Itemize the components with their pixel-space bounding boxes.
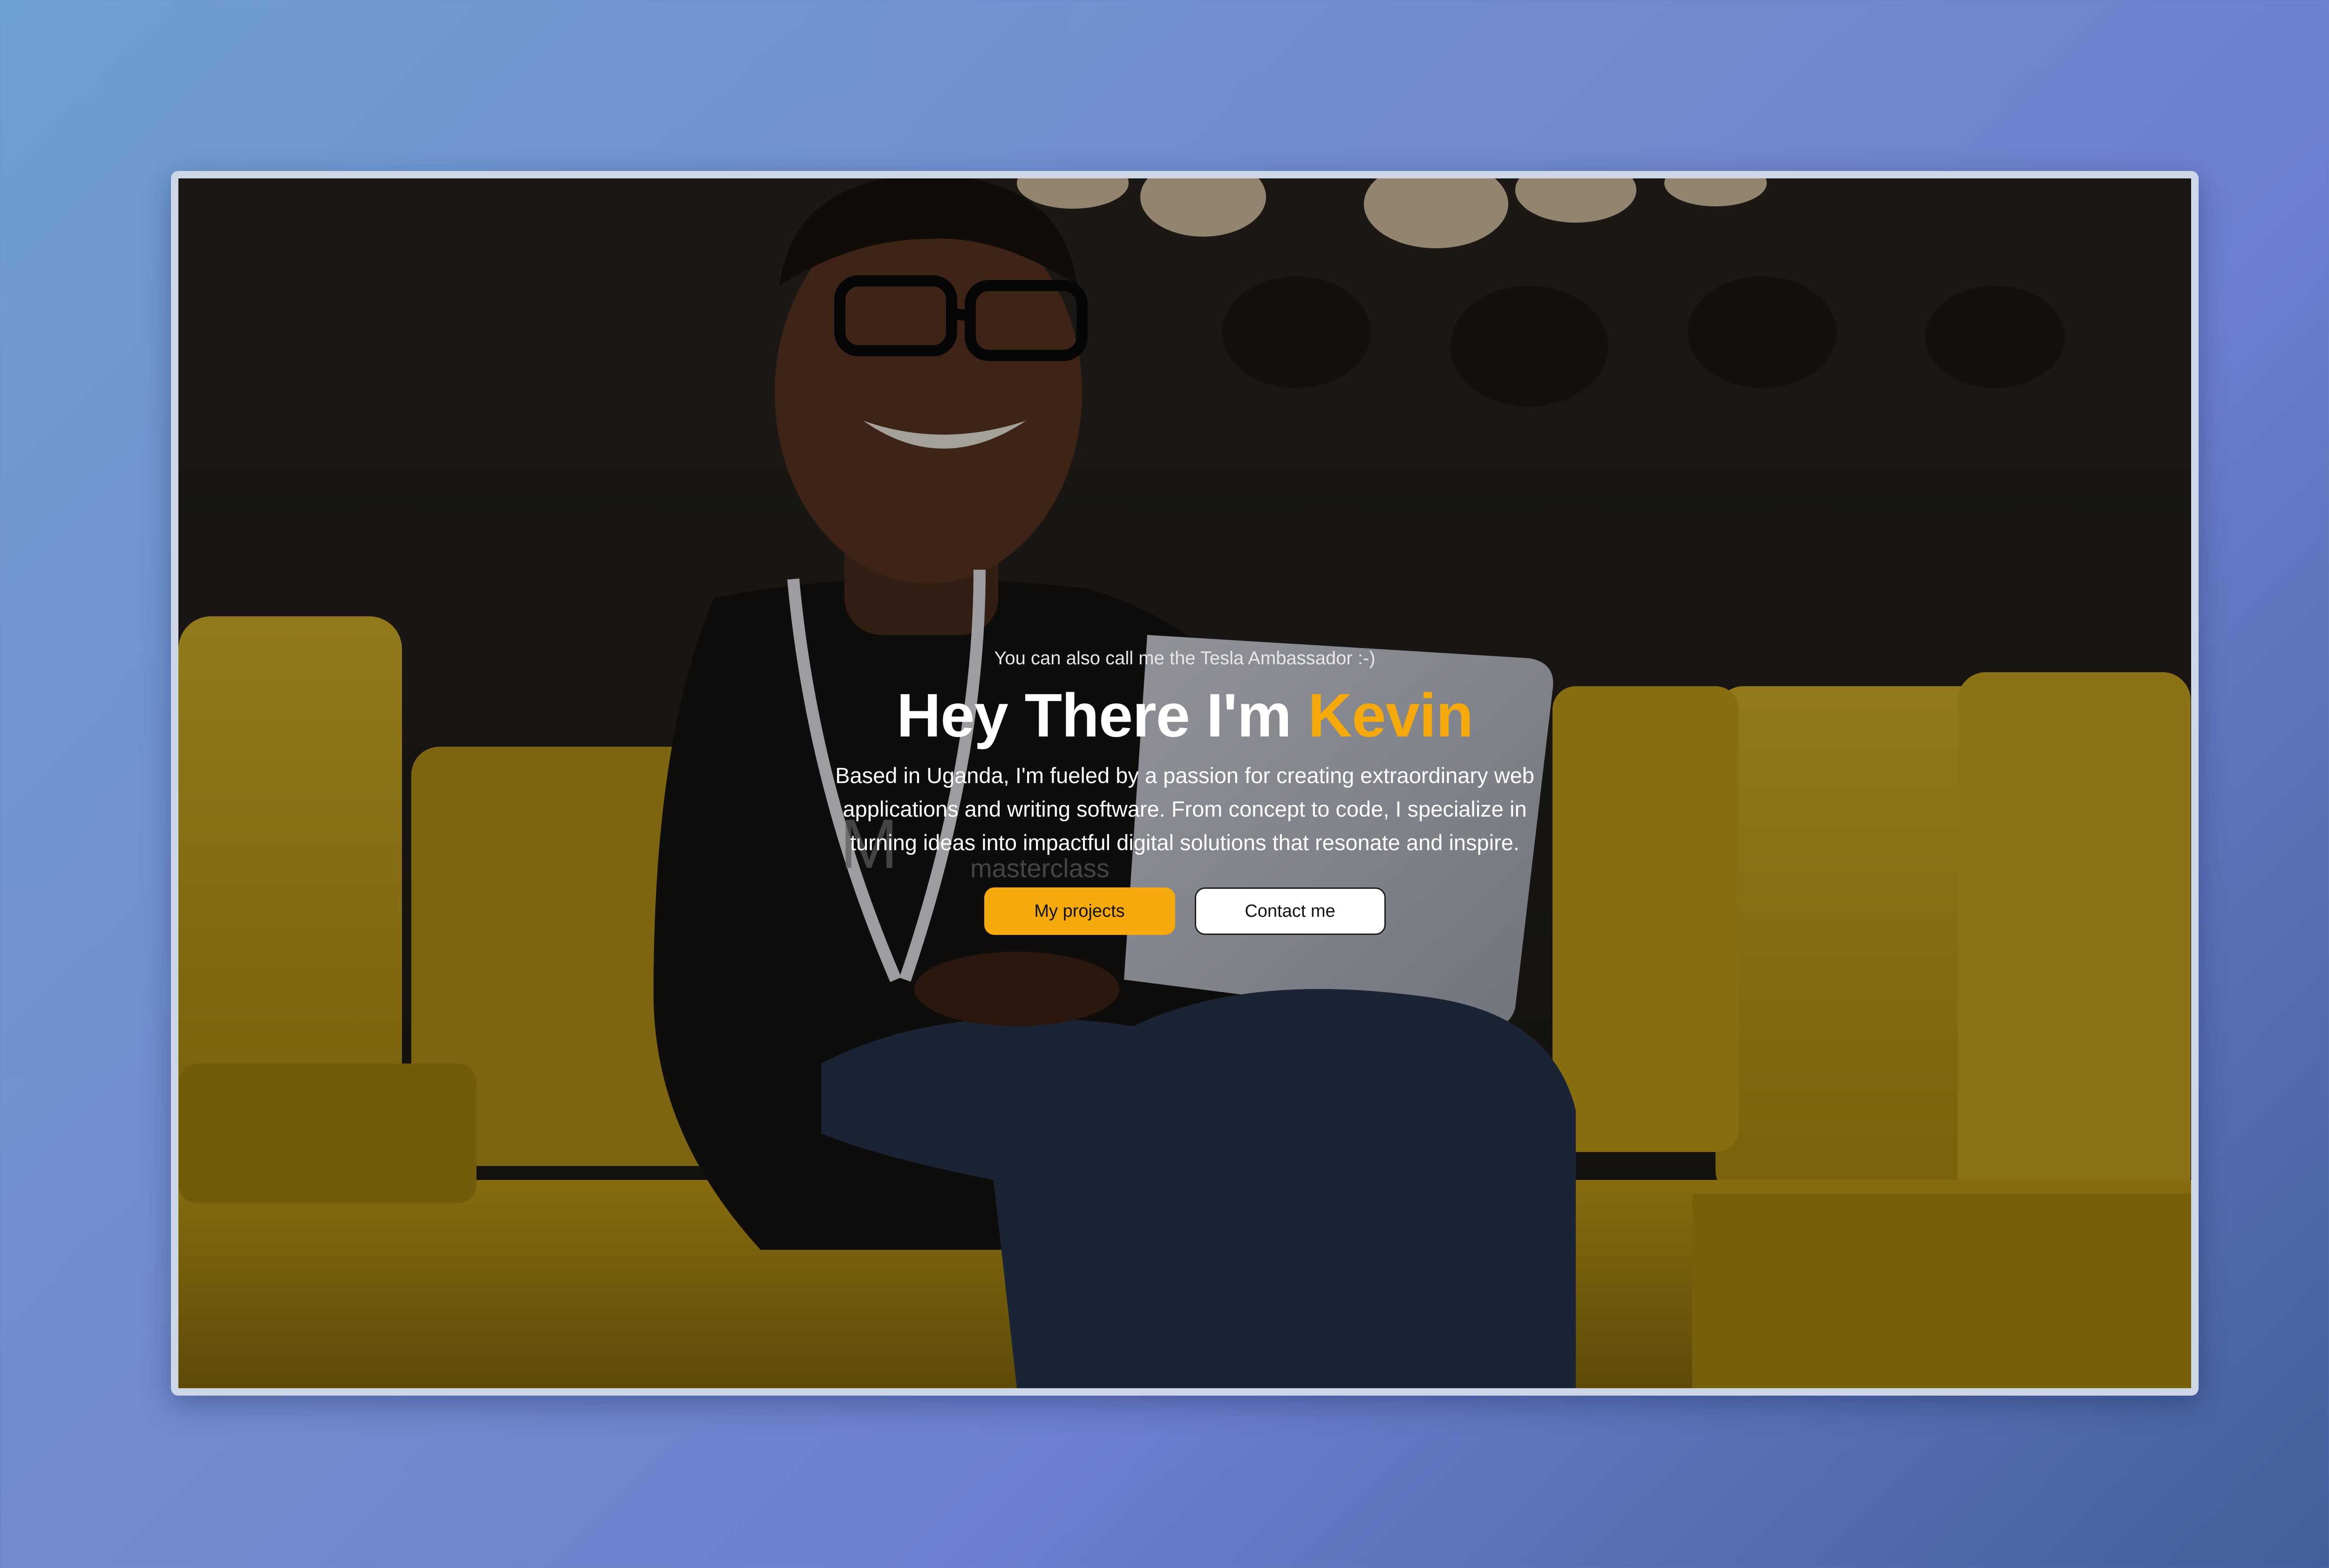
hero-content: You can also call me the Tesla Ambassado… [178, 644, 2191, 935]
contact-me-button[interactable]: Contact me [1194, 887, 1386, 935]
hero-bio: Based in Uganda, I'm fueled by a passion… [835, 763, 1534, 855]
hero-tagline: You can also call me the Tesla Ambassado… [994, 648, 1376, 668]
hero-section: M masterclass You can also call me the T… [178, 178, 2191, 1388]
heading-name: Kevin [1308, 681, 1473, 750]
my-projects-button[interactable]: My projects [984, 887, 1175, 935]
hero-buttons: My projects Contact me [984, 887, 1386, 935]
browser-frame: M masterclass You can also call me the T… [171, 171, 2199, 1396]
heading-prefix: Hey There I'm [896, 681, 1308, 750]
hero-heading: Hey There I'm Kevin [896, 681, 1474, 750]
